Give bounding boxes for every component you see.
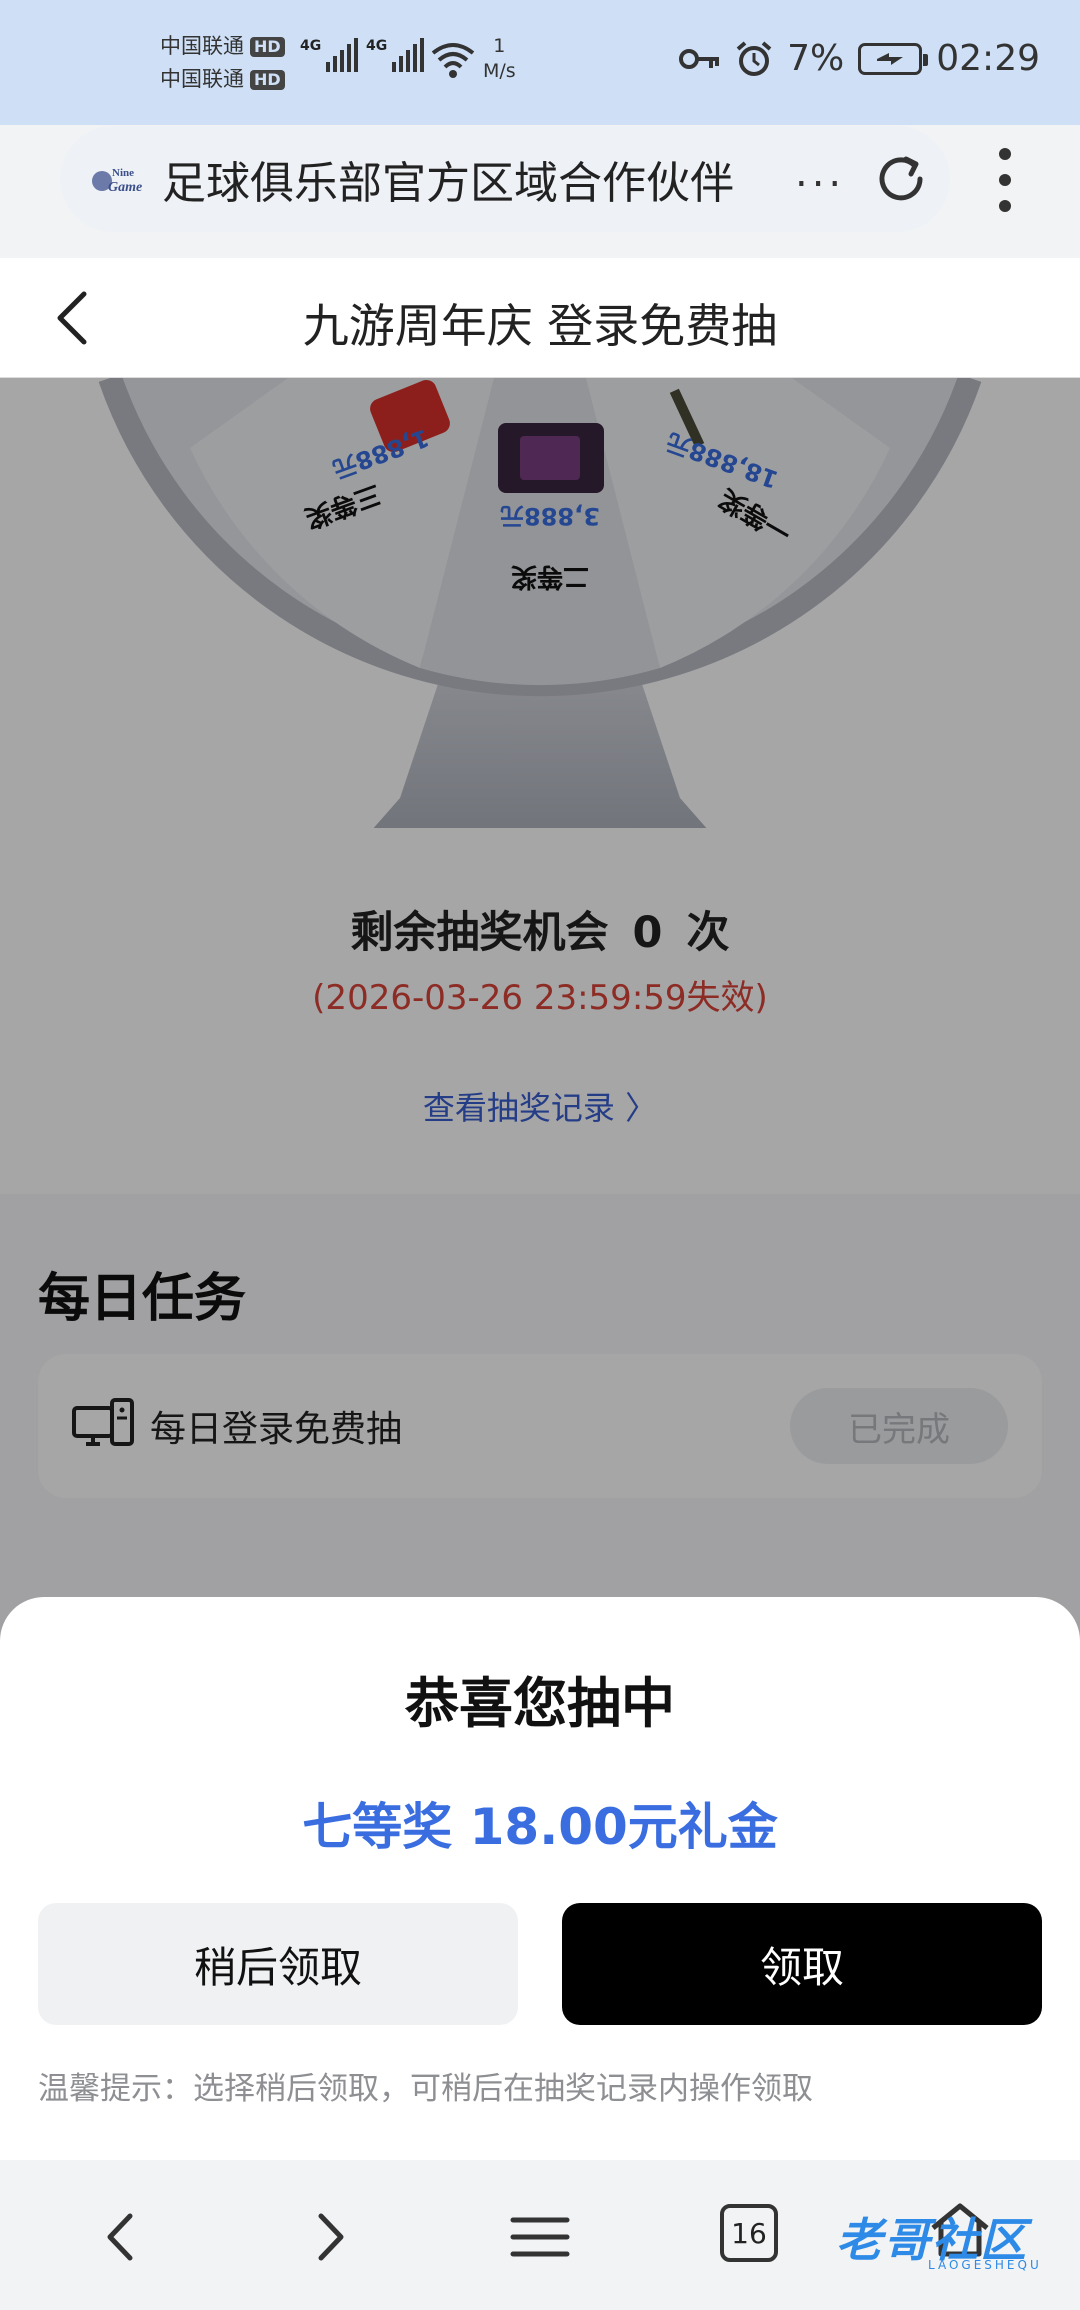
prize-dialog: 恭喜您抽中 七等奖 18.00元礼金 稍后领取 领取 温馨提示：选择稍后领取，可… bbox=[0, 1597, 1080, 2162]
url-ellipsis: ... bbox=[795, 150, 846, 196]
signal-icon: 4G bbox=[366, 38, 425, 72]
network-speed: 1 M/s bbox=[483, 35, 516, 82]
wifi-icon bbox=[431, 43, 475, 78]
tabs-button[interactable]: 16 bbox=[720, 2204, 778, 2262]
battery-icon bbox=[858, 42, 929, 75]
watermark-sub: LAOGESHEQU bbox=[928, 2258, 1042, 2272]
nav-forward-icon[interactable] bbox=[295, 2202, 365, 2272]
carrier-info: 中国联通 HD 中国联通 HD bbox=[160, 30, 285, 96]
nav-back-icon[interactable] bbox=[86, 2202, 156, 2272]
site-logo: Nine Game bbox=[90, 159, 146, 199]
svg-text:Game: Game bbox=[108, 180, 142, 195]
menu-icon[interactable] bbox=[505, 2202, 575, 2272]
svg-text:Nine: Nine bbox=[112, 167, 134, 179]
dialog-title: 恭喜您抽中 bbox=[405, 1672, 675, 1735]
battery-percent: 7% bbox=[787, 38, 845, 79]
address-bar[interactable]: Nine Game 足球俱乐部官方区域合作伙伴 ... bbox=[60, 126, 950, 232]
hd-badge: HD bbox=[250, 69, 285, 90]
alarm-icon bbox=[736, 40, 772, 76]
page-title: 九游周年庆 登录免费抽 bbox=[302, 299, 778, 353]
vpn-key-icon bbox=[679, 48, 720, 69]
status-bar: 中国联通 HD 中国联通 HD 4G 4G 1 M/s 7% 02:29 bbox=[0, 0, 1080, 125]
clock: 02:29 bbox=[936, 38, 1040, 79]
hd-badge: HD bbox=[250, 36, 285, 57]
claim-later-button[interactable]: 稍后领取 bbox=[38, 1903, 518, 2025]
prize-result: 七等奖 18.00元礼金 bbox=[302, 1798, 778, 1856]
page-url-title[interactable]: 足球俱乐部官方区域合作伙伴 bbox=[162, 147, 734, 211]
page-header: 九游周年庆 登录免费抽 bbox=[0, 258, 1080, 378]
browser-toolbar: 16 老哥社区 LAOGESHEQU bbox=[0, 2160, 1080, 2310]
carrier-2: 中国联通 bbox=[160, 67, 244, 91]
carrier-1: 中国联通 bbox=[160, 34, 244, 58]
more-menu-icon[interactable] bbox=[995, 148, 1015, 212]
signal-icon: 4G bbox=[300, 38, 359, 72]
claim-button[interactable]: 领取 bbox=[562, 1903, 1042, 2025]
claim-tip: 温馨提示：选择稍后领取，可稍后在抽奖记录内操作领取 bbox=[38, 2071, 813, 2107]
reload-icon[interactable] bbox=[870, 148, 932, 210]
